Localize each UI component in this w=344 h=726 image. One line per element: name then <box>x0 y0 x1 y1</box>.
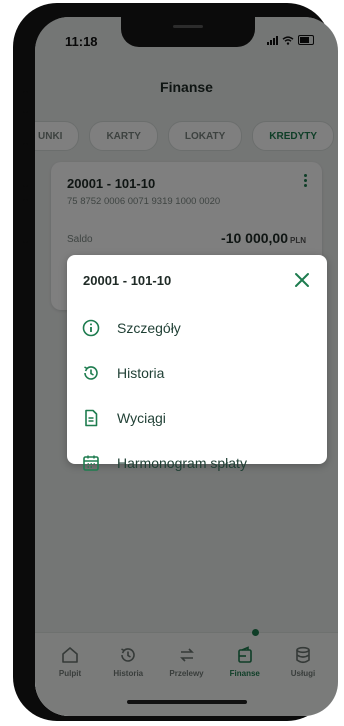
app-screen: 11:18 Finanse UNKI KARTY LOKATY KREDYTY … <box>35 17 338 716</box>
menu-label-historia: Historia <box>117 364 165 381</box>
menu-item-harmonogram[interactable]: Harmonogram spłaty <box>81 440 313 485</box>
mute-switch <box>23 91 28 113</box>
menu-item-wyciagi[interactable]: Wyciągi <box>81 395 313 440</box>
volume-up-button <box>23 143 28 187</box>
menu-item-szczegoly[interactable]: Szczegóły <box>81 305 313 350</box>
info-icon <box>82 319 100 336</box>
phone-frame: 11:18 Finanse UNKI KARTY LOKATY KREDYTY … <box>13 3 338 721</box>
modal-title: 20001 - 101-10 <box>83 273 172 288</box>
menu-label-wyciagi: Wyciągi <box>117 409 166 426</box>
actions-menu: Szczegóły Historia Wyciągi Harmonogram s… <box>81 305 313 485</box>
menu-label-harmonogram: Harmonogram spłaty <box>117 454 247 471</box>
menu-item-historia[interactable]: Historia <box>81 350 313 395</box>
account-actions-modal: 20001 - 101-10 Szczegóły Historia Wyciąg… <box>67 255 327 471</box>
close-icon[interactable] <box>293 271 311 289</box>
volume-down-button <box>23 199 28 243</box>
menu-label-szczegoly: Szczegóły <box>117 319 181 336</box>
home-indicator[interactable] <box>127 700 247 704</box>
notch <box>121 17 255 47</box>
document-icon <box>85 409 98 426</box>
history-icon <box>84 365 98 380</box>
calendar-icon <box>83 455 99 471</box>
